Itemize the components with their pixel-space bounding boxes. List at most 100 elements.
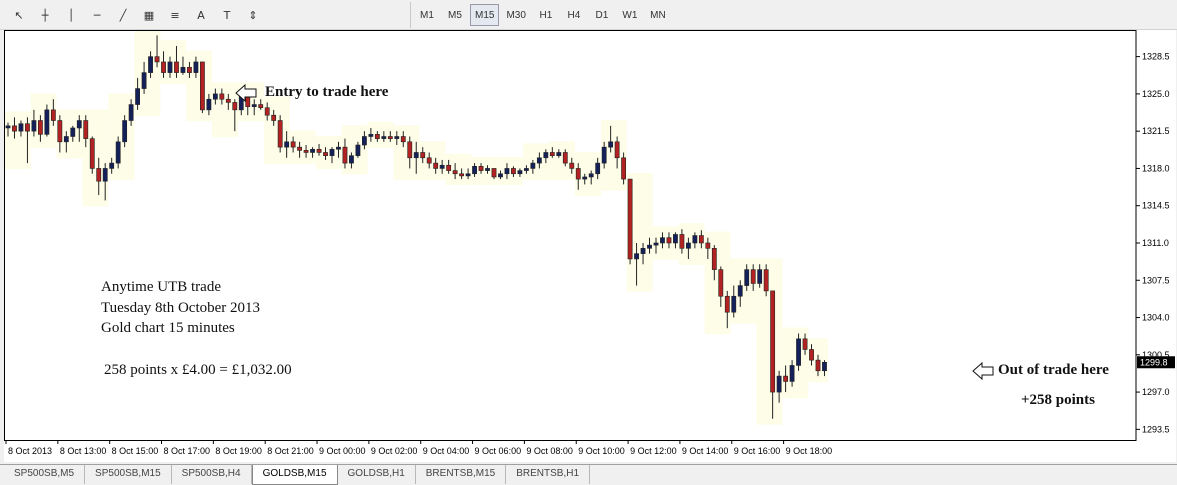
candle	[83, 120, 89, 139]
candle	[459, 173, 464, 177]
y-tick-label: 1307.5	[1142, 275, 1170, 285]
timeframe-w1-button[interactable]: W1	[617, 4, 643, 26]
chart-tab-sp500sb-m5[interactable]: SP500SB,M5	[4, 465, 86, 484]
equidistant-channel-icon[interactable]: ▦	[137, 4, 161, 26]
candle	[433, 162, 439, 169]
fibonacci-icon[interactable]: ≡	[163, 4, 187, 26]
candle	[679, 234, 685, 249]
text-label-icon[interactable]: T	[215, 4, 239, 26]
timeframe-m30-button[interactable]: M30	[501, 4, 530, 26]
candle	[374, 134, 380, 139]
candle	[536, 157, 542, 164]
candle	[18, 123, 24, 132]
candle	[595, 162, 601, 175]
info-line-1: Anytime UTB trade	[101, 279, 221, 295]
candle	[673, 234, 678, 244]
candle	[323, 152, 328, 156]
text-icon[interactable]: A	[189, 4, 213, 26]
trendline-icon[interactable]: ╱	[111, 4, 135, 26]
horizontal-line-icon[interactable]: ─	[85, 4, 109, 26]
chart-tab-sp500sb-h4[interactable]: SP500SB,H4	[172, 465, 252, 484]
candle	[232, 102, 238, 111]
candle	[329, 148, 335, 156]
candle	[634, 253, 639, 260]
calc-text: 258 points x £4.00 = £1,032.00	[104, 362, 292, 378]
candle	[381, 136, 387, 139]
candle	[809, 349, 814, 361]
candle	[70, 127, 76, 137]
crosshair-icon[interactable]: ┼	[33, 4, 57, 26]
timeframe-d1-button[interactable]: D1	[589, 4, 615, 26]
timeframe-h1-button[interactable]: H1	[533, 4, 559, 26]
candle	[685, 242, 691, 249]
candle	[511, 168, 516, 175]
candle	[310, 148, 315, 153]
candle	[530, 162, 536, 169]
price-highlight	[730, 258, 757, 324]
candle	[206, 98, 212, 111]
x-tick-label: 9 Oct 00:00	[319, 446, 366, 456]
y-tick-label: 1311.0	[1142, 238, 1169, 248]
candle	[297, 146, 302, 151]
chart-tab-goldsb-h1[interactable]: GOLDSB,H1	[338, 465, 416, 484]
candle	[465, 173, 471, 177]
candle	[614, 141, 620, 159]
x-tick-label: 9 Oct 08:00	[526, 446, 573, 456]
candle	[491, 168, 497, 178]
candle	[361, 136, 367, 146]
y-tick-label: 1293.5	[1142, 424, 1170, 434]
entry-annotation: Entry to trade here	[265, 84, 389, 100]
price-highlight	[419, 141, 446, 180]
candle	[569, 162, 575, 169]
candle	[485, 168, 490, 171]
candle	[277, 120, 283, 148]
candle	[575, 168, 581, 180]
candle	[744, 269, 750, 286]
candle	[271, 114, 277, 121]
candle	[523, 168, 529, 171]
toolbar: ↖ ┼ │ ─ ╱ ▦ ≡ A T ⇕ M1 M5 M15 M30 H1 H4 D1 W1 MN	[0, 0, 1177, 30]
price-chart[interactable]: 1328.5 1325.0 1321.5 1318.0 1314.5 1311.0 1307…	[4, 30, 1176, 462]
candle	[251, 104, 257, 107]
chart-window[interactable]: 1328.5 1325.0 1321.5 1318.0 1314.5 1311.0 1307…	[4, 30, 1176, 462]
candle	[608, 141, 614, 148]
candle	[109, 162, 115, 169]
timeframe-h4-button[interactable]: H4	[561, 4, 587, 26]
y-tick-label: 1304.0	[1142, 313, 1170, 323]
candle	[394, 136, 400, 139]
cursor-icon[interactable]: ↖	[7, 4, 31, 26]
chart-tab-sp500sb-m15[interactable]: SP500SB,M15	[85, 465, 172, 484]
timeframe-m15-button[interactable]: M15	[470, 4, 500, 26]
chart-tab-goldsb-m15[interactable]: GOLDSB,M15	[251, 465, 338, 485]
x-tick-label: 8 Oct 13:00	[60, 446, 107, 456]
chart-tab-brentsb-m15[interactable]: BRENTSB,M15	[416, 465, 507, 484]
candle	[783, 375, 788, 382]
candle	[640, 248, 646, 254]
arrows-icon[interactable]: ⇕	[241, 4, 265, 26]
x-tick-label: 9 Oct 10:00	[578, 446, 625, 456]
candle	[446, 164, 452, 171]
candle	[141, 72, 147, 89]
candle	[802, 338, 808, 350]
candle	[407, 141, 413, 159]
candle	[472, 166, 477, 175]
candle	[413, 152, 419, 159]
candle	[148, 56, 153, 73]
timeframe-m5-button[interactable]: M5	[442, 4, 468, 26]
price-highlight	[782, 327, 809, 399]
timeframe-m1-button[interactable]: M1	[414, 4, 440, 26]
timeframe-mn-button[interactable]: MN	[645, 4, 671, 26]
x-tick-label: 8 Oct 17:00	[164, 446, 211, 456]
candle	[660, 237, 665, 244]
candle	[63, 136, 69, 143]
price-highlight	[4, 111, 31, 170]
candle	[187, 66, 192, 73]
y-tick-label: 1328.5	[1142, 52, 1170, 62]
candle	[12, 125, 17, 132]
candle	[757, 269, 763, 284]
current-price-label: 1299.8	[1140, 357, 1168, 367]
y-tick-label: 1321.5	[1142, 126, 1170, 136]
exit-annotation: Out of trade here	[998, 362, 1109, 378]
chart-tab-brentsb-h1[interactable]: BRENTSB,H1	[506, 465, 591, 484]
vertical-line-icon[interactable]: │	[59, 4, 83, 26]
